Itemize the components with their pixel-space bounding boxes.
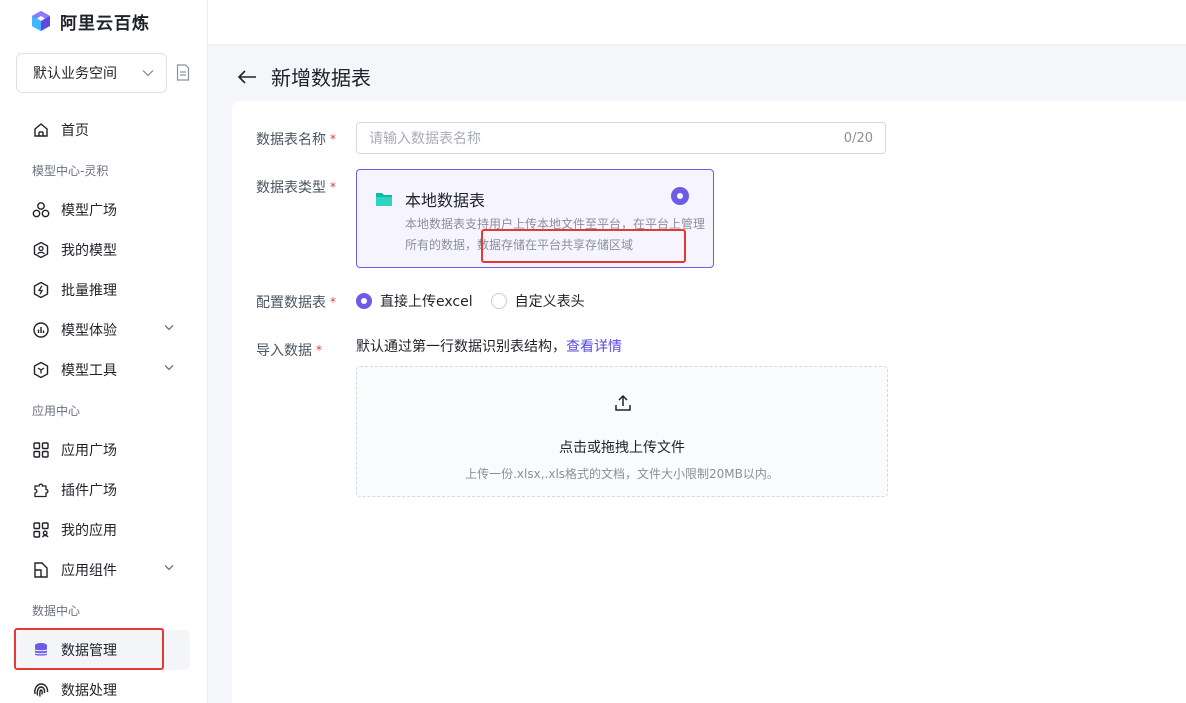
- radio-label-custom-header[interactable]: 自定义表头: [515, 291, 585, 311]
- sidebar-item-label: 批量推理: [61, 283, 117, 299]
- sidebar-item-model-experience[interactable]: 模型体验: [16, 310, 190, 350]
- my-model-icon: [32, 241, 50, 259]
- document-icon[interactable]: [176, 64, 190, 81]
- local-table-type-card[interactable]: 本地数据表 本地数据表支持用户上传本地文件至平台，在平台上管理所有的数据，数据存…: [356, 169, 714, 268]
- sidebar-item-plugin-square[interactable]: 插件广场: [16, 470, 190, 510]
- sidebar-item-batch-inference[interactable]: 批量推理: [16, 270, 190, 310]
- section-app-center: 应用中心: [32, 404, 81, 418]
- section-model-center: 模型中心-灵积: [32, 164, 109, 178]
- chart-circle-icon: [32, 321, 50, 339]
- back-arrow-icon[interactable]: [237, 69, 257, 85]
- workspace-label: 默认业务空间: [33, 66, 117, 82]
- model-tool-icon: [32, 361, 50, 379]
- required-mark: *: [330, 180, 336, 194]
- puzzle-icon: [32, 481, 50, 499]
- page-header: 新增数据表: [237, 62, 371, 91]
- upload-dropzone[interactable]: 点击或拖拽上传文件 上传一份.xlsx,.xls格式的文档，文件大小限制20MB…: [356, 366, 888, 497]
- table-type-label: 数据表类型 *: [256, 180, 336, 196]
- local-table-radio[interactable]: [671, 187, 689, 205]
- sidebar-item-model-tools[interactable]: 模型工具: [16, 350, 190, 390]
- config-radio-group: 直接上传excel 自定义表头: [356, 291, 595, 311]
- sidebar-item-label: 插件广场: [61, 483, 117, 499]
- chevron-down-icon: [164, 565, 174, 571]
- sidebar-item-home[interactable]: 首页: [16, 110, 190, 150]
- page-title: 新增数据表: [271, 66, 371, 90]
- sidebar-item-label: 应用广场: [61, 443, 117, 459]
- sidebar-item-label: 数据处理: [61, 683, 117, 699]
- local-table-desc: 本地数据表支持用户上传本地文件至平台，在平台上管理所有的数据，数据存储在平台共享…: [405, 217, 706, 252]
- sidebar: 阿里云百炼 默认业务空间 首页 模型中心-灵积 模型广场 我的模型 批量推理 模…: [0, 0, 208, 703]
- app-grid-icon: [32, 441, 50, 459]
- chevron-down-icon: [164, 365, 174, 371]
- char-counter: 0/20: [843, 130, 873, 146]
- sidebar-item-data-processing[interactable]: 数据处理: [16, 670, 190, 703]
- database-icon: [32, 641, 50, 659]
- radio-upload-excel[interactable]: [356, 293, 372, 309]
- sidebar-item-model-square[interactable]: 模型广场: [16, 190, 190, 230]
- table-name-label: 数据表名称 *: [256, 132, 336, 148]
- workspace-select[interactable]: 默认业务空间: [16, 53, 167, 93]
- sidebar-item-my-models[interactable]: 我的模型: [16, 230, 190, 270]
- upload-icon: [615, 394, 631, 411]
- chevron-down-icon: [164, 325, 174, 331]
- sidebar-item-label: 模型体验: [61, 323, 117, 339]
- component-icon: [32, 561, 50, 579]
- top-header: [208, 0, 1186, 45]
- brand-logo[interactable]: 阿里云百炼: [30, 9, 150, 34]
- required-mark: *: [316, 343, 322, 357]
- home-icon: [32, 121, 50, 139]
- my-app-icon: [32, 521, 50, 539]
- table-name-input[interactable]: 请输入数据表名称 0/20: [356, 122, 886, 154]
- sidebar-item-label: 首页: [61, 123, 89, 139]
- batch-inference-icon: [32, 281, 50, 299]
- import-data-label: 导入数据 *: [256, 343, 322, 359]
- local-table-title: 本地数据表: [405, 191, 486, 210]
- sidebar-item-label: 数据管理: [61, 643, 117, 659]
- chevron-down-icon: [142, 70, 154, 77]
- model-square-icon: [32, 201, 50, 219]
- radio-custom-header[interactable]: [490, 293, 507, 309]
- section-data-center: 数据中心: [32, 604, 81, 618]
- fingerprint-icon: [32, 681, 50, 699]
- upload-sub-text: 上传一份.xlsx,.xls格式的文档，文件大小限制20MB以内。: [465, 467, 779, 481]
- sidebar-item-label: 模型工具: [61, 363, 117, 379]
- sidebar-item-label: 我的应用: [61, 523, 117, 539]
- config-table-label: 配置数据表 *: [256, 295, 336, 311]
- view-details-link[interactable]: 查看详情: [566, 339, 622, 355]
- sidebar-item-label: 应用组件: [61, 563, 117, 579]
- required-mark: *: [330, 295, 336, 309]
- bailian-logo-icon: [32, 11, 50, 31]
- sidebar-item-data-management[interactable]: 数据管理: [16, 630, 190, 670]
- sidebar-item-my-apps[interactable]: 我的应用: [16, 510, 190, 550]
- required-mark: *: [330, 132, 336, 146]
- sidebar-item-label: 模型广场: [61, 203, 117, 219]
- import-tip: 默认通过第一行数据识别表结构，查看详情: [356, 339, 622, 355]
- sidebar-item-app-components[interactable]: 应用组件: [16, 550, 190, 590]
- radio-label-upload-excel[interactable]: 直接上传excel: [380, 291, 473, 311]
- folder-icon: [376, 193, 392, 206]
- table-name-placeholder: 请输入数据表名称: [369, 131, 481, 147]
- upload-main-text: 点击或拖拽上传文件: [559, 440, 685, 456]
- brand-name: 阿里云百炼: [60, 13, 150, 34]
- sidebar-item-app-square[interactable]: 应用广场: [16, 430, 190, 470]
- sidebar-item-label: 我的模型: [61, 243, 117, 259]
